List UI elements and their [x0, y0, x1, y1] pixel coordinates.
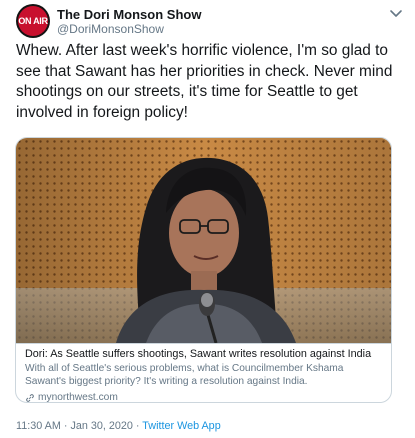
- card-photo: [16, 138, 391, 343]
- author-display-name[interactable]: The Dori Monson Show: [57, 7, 201, 23]
- avatar[interactable]: ON AIR: [16, 4, 50, 38]
- author-handle[interactable]: @DoriMonsonShow: [57, 22, 164, 37]
- tweet-source[interactable]: Twitter Web App: [142, 420, 220, 432]
- card-description: With all of Seattle's serious problems, …: [25, 363, 344, 387]
- meta-separator: ·: [132, 420, 143, 432]
- tweet-text: Whew. After last week's horrific violenc…: [16, 42, 393, 121]
- tweet-meta: 11:30 AM · Jan 30, 2020 · Twitter Web Ap…: [16, 420, 221, 433]
- meta-separator: ·: [60, 420, 71, 432]
- link-card[interactable]: Dori: As Seattle suffers shootings, Sawa…: [15, 137, 392, 403]
- tweet: ON AIR The Dori Monson Show @DoriMonsonS…: [0, 0, 415, 438]
- card-image: [16, 138, 391, 343]
- link-icon: [26, 393, 34, 402]
- card-domain: mynorthwest.com: [25, 391, 384, 403]
- tweet-date[interactable]: Jan 30, 2020: [70, 420, 132, 432]
- card-domain-text: mynorthwest.com: [38, 392, 118, 403]
- tweet-time[interactable]: 11:30 AM: [16, 420, 61, 432]
- card-title: Dori: As Seattle suffers shootings, Sawa…: [25, 348, 372, 360]
- on-air-logo-icon: ON AIR: [18, 6, 48, 36]
- card-body: Dori: As Seattle suffers shootings, Sawa…: [16, 343, 391, 403]
- chevron-down-icon[interactable]: [389, 9, 403, 19]
